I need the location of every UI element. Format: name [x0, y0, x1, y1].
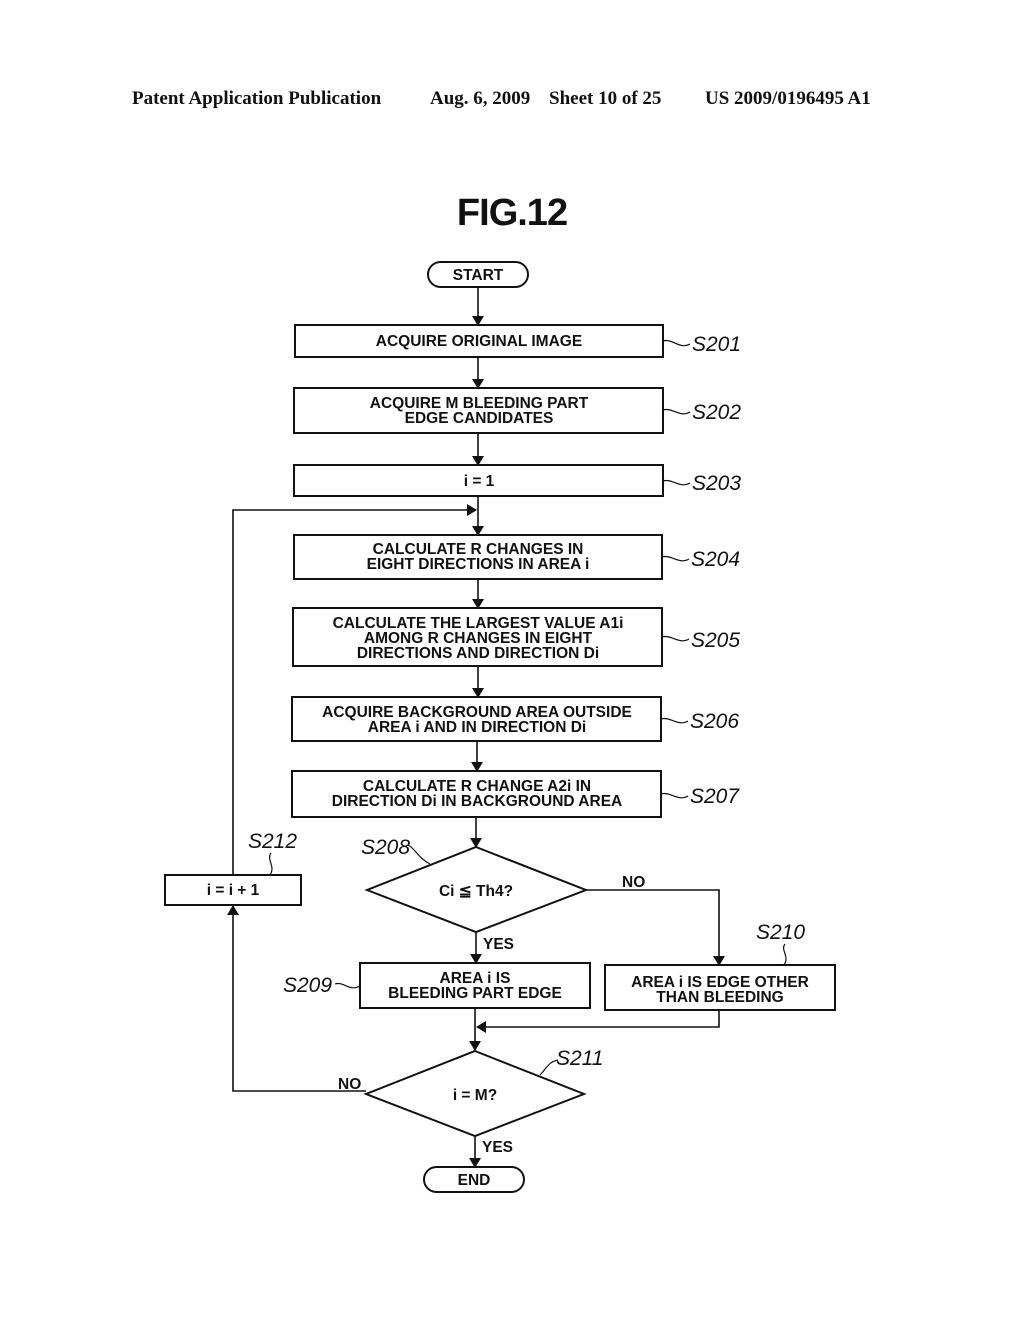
- s211-label: S211: [556, 1047, 604, 1070]
- s201-label: S201: [692, 333, 741, 356]
- step-s203: i = 1 S203: [293, 464, 741, 497]
- s207-text-2: DIRECTION Di IN BACKGROUND AREA: [332, 793, 622, 810]
- s212-text: i = i + 1: [207, 882, 260, 899]
- decision-s211: i = M? S211: [363, 1047, 604, 1138]
- s208-label: S208: [361, 836, 410, 859]
- s205-label: S205: [691, 629, 740, 652]
- step-s210: AREA i IS EDGE OTHER THAN BLEEDING S210: [604, 921, 836, 1011]
- end-terminal: END: [423, 1166, 525, 1193]
- s209-text-2: BLEEDING PART EDGE: [388, 985, 562, 1002]
- step-s201: ACQUIRE ORIGINAL IMAGE S201: [294, 324, 741, 358]
- s208-yes-label: YES: [483, 936, 514, 953]
- s212-label: S212: [248, 830, 297, 853]
- step-s207: CALCULATE R CHANGE A2i IN DIRECTION Di I…: [291, 770, 740, 818]
- s206-text-2: AREA i AND IN DIRECTION Di: [368, 719, 586, 736]
- s211-yes-label: YES: [482, 1139, 513, 1156]
- step-s209: AREA i IS BLEEDING PART EDGE S209: [283, 962, 591, 1009]
- s206-label: S206: [690, 710, 739, 733]
- s209-label: S209: [283, 974, 332, 997]
- s203-text: i = 1: [464, 473, 495, 490]
- arrow-s211-no: [227, 905, 366, 1092]
- start-text: START: [453, 267, 504, 284]
- s203-label: S203: [692, 472, 741, 495]
- s208-text: Ci ≦ Th4?: [439, 883, 513, 900]
- s210-label: S210: [756, 921, 805, 944]
- step-s202: ACQUIRE M BLEEDING PART EDGE CANDIDATES …: [293, 387, 741, 434]
- s201-text: ACQUIRE ORIGINAL IMAGE: [376, 333, 582, 350]
- step-s205: CALCULATE THE LARGEST VALUE A1i AMONG R …: [292, 607, 740, 667]
- end-text: END: [458, 1172, 491, 1189]
- step-s206: ACQUIRE BACKGROUND AREA OUTSIDE AREA i A…: [291, 696, 739, 742]
- s202-text-2: EDGE CANDIDATES: [405, 410, 554, 427]
- decision-s208: Ci ≦ Th4? S208: [361, 836, 589, 934]
- s208-no-label: NO: [622, 874, 645, 891]
- s202-label: S202: [692, 401, 741, 424]
- s204-label: S204: [691, 548, 740, 571]
- s204-text-2: EIGHT DIRECTIONS IN AREA i: [367, 556, 590, 573]
- s210-text-2: THAN BLEEDING: [656, 989, 783, 1006]
- s207-label: S207: [690, 785, 740, 808]
- s211-no-label: NO: [338, 1076, 361, 1093]
- s205-text-3: DIRECTIONS AND DIRECTION Di: [357, 645, 599, 662]
- s211-text: i = M?: [453, 1087, 497, 1104]
- arrow-s208-no: [586, 889, 725, 966]
- start-terminal: START: [427, 261, 529, 288]
- flowchart: START ACQUIRE ORIGINAL IMAGE S201 ACQUIR…: [164, 261, 836, 1193]
- step-s204: CALCULATE R CHANGES IN EIGHT DIRECTIONS …: [293, 534, 740, 580]
- arrow-s210-merge: [476, 1010, 720, 1033]
